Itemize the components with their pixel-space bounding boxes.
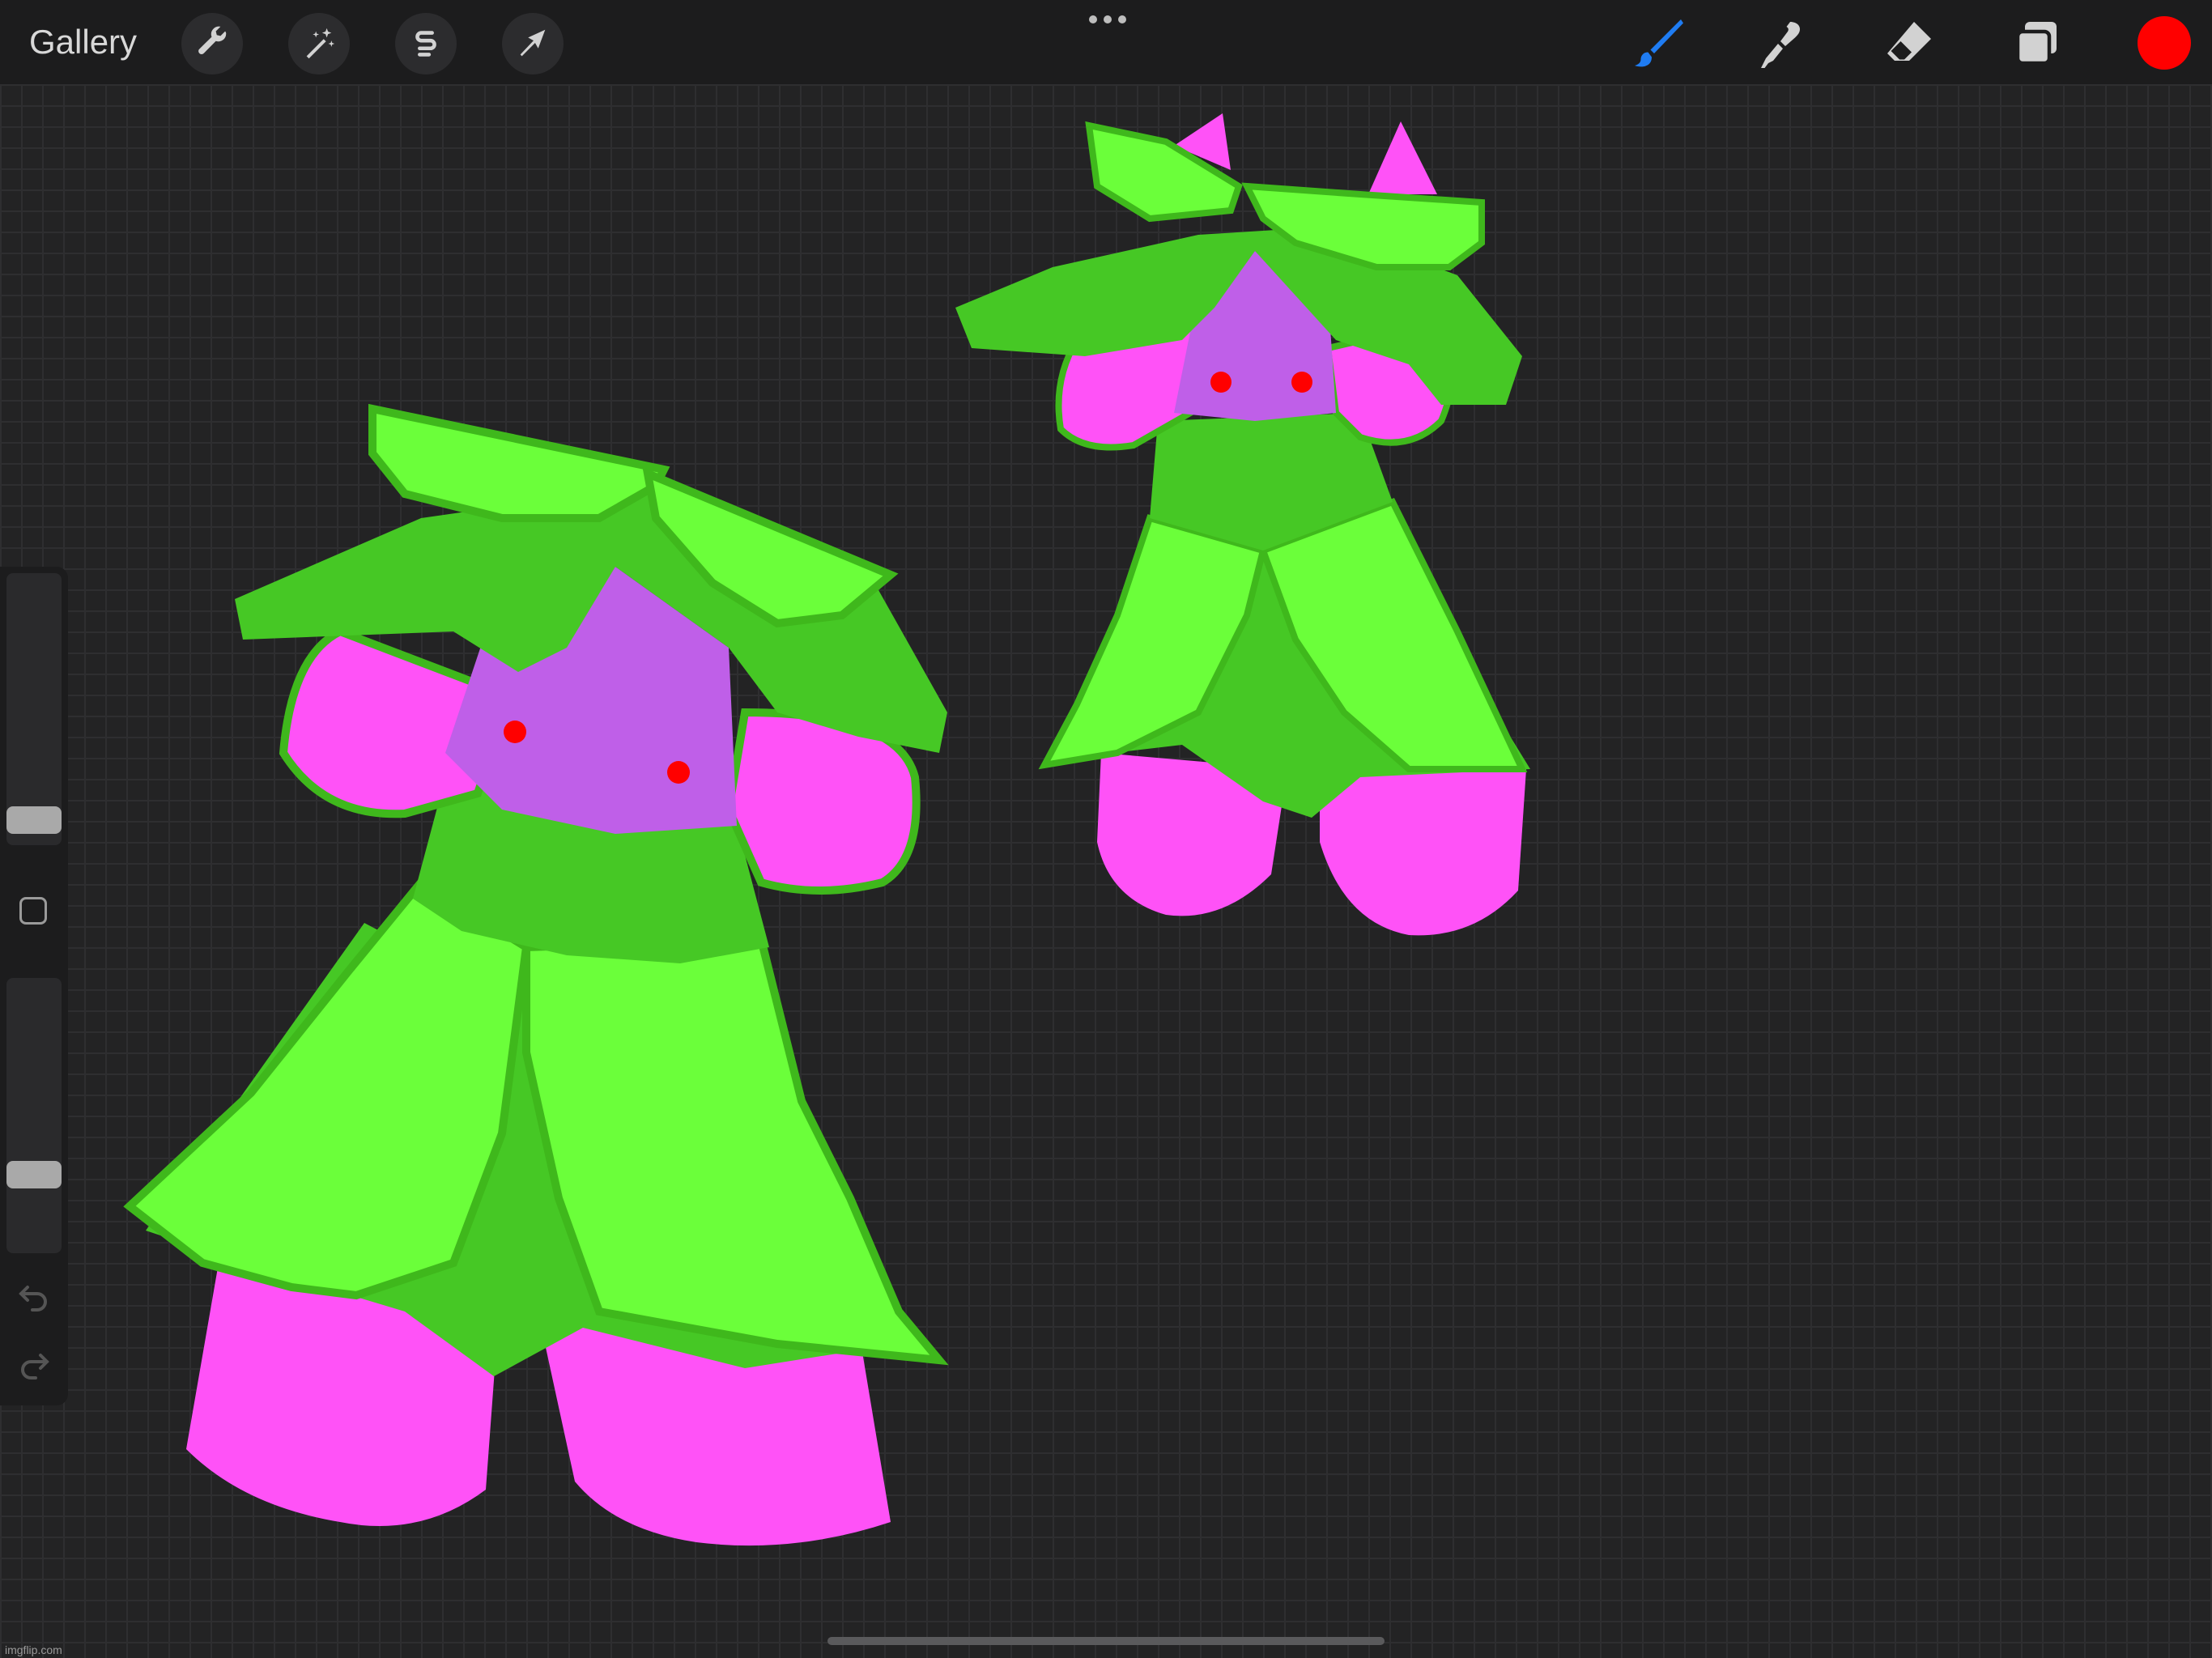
left-sidebar [0,567,68,1405]
color-picker-button[interactable] [2138,16,2191,70]
eraser-tool-button[interactable] [1878,13,1940,74]
large-right-eye [667,761,690,784]
actions-button[interactable] [181,13,243,74]
large-skirt-left [123,877,531,1300]
small-right-eye [1291,372,1312,393]
home-indicator[interactable] [827,1637,1385,1645]
wrench-icon [198,26,227,55]
top-toolbar: Gallery [0,0,2212,84]
selection-icon [415,31,436,57]
adjustments-button[interactable] [288,13,350,74]
undo-icon[interactable] [15,1276,53,1315]
brush-size-slider[interactable] [6,573,62,845]
eraser-icon [1887,22,1931,61]
artwork-layer [123,113,1530,1546]
transform-button[interactable] [502,13,564,74]
large-hat-top [368,403,670,522]
small-right-horn [1368,121,1437,194]
small-character [955,113,1530,936]
selection-button[interactable] [395,13,457,74]
modify-button[interactable] [19,897,47,925]
brush-size-thumb[interactable] [6,806,62,834]
small-right-leg [1320,761,1526,936]
gallery-button[interactable]: Gallery [29,23,137,62]
magic-wand-icon [306,28,335,59]
layers-tool-button[interactable] [2006,13,2068,74]
transform-arrow-icon [520,29,546,57]
smudge-icon [1761,22,1800,68]
smudge-tool-button[interactable] [1752,13,1814,74]
watermark: imgflip.com [5,1643,62,1656]
brush-tool-button[interactable] [1626,13,1687,74]
small-left-eye [1210,372,1231,393]
opacity-thumb[interactable] [6,1161,62,1188]
more-dots-icon[interactable] [1085,6,1130,32]
large-character [123,403,949,1546]
layers-icon [2015,22,2057,66]
redo-icon[interactable] [15,1344,53,1383]
opacity-slider[interactable] [6,978,62,1253]
brush-icon [1635,19,1683,67]
large-left-eye [504,721,526,743]
